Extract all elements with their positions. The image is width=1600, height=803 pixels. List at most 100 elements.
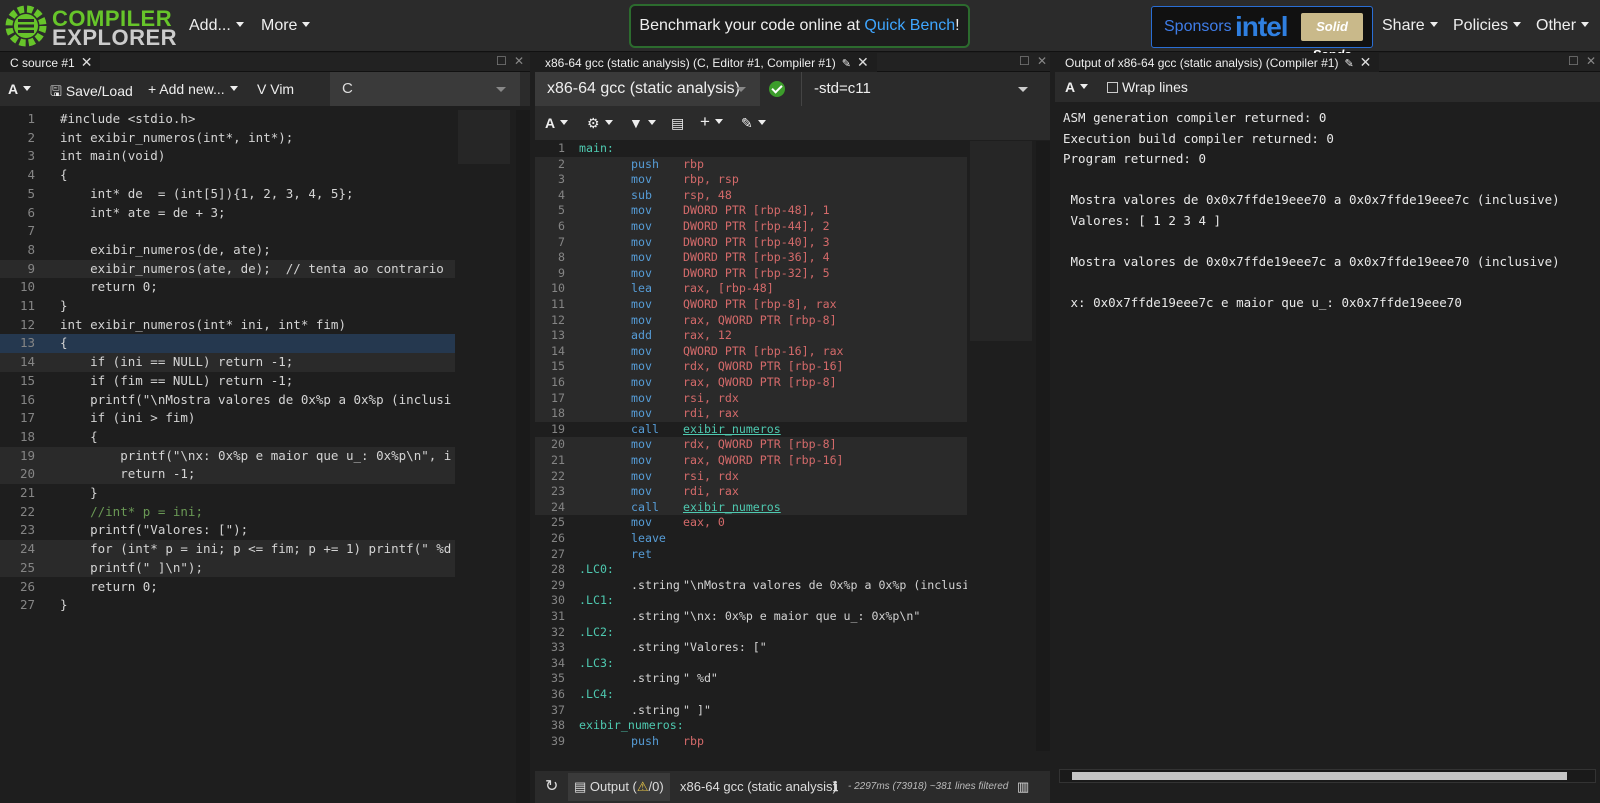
edit-pencil-icon[interactable]: ✎: [1344, 58, 1353, 70]
quick-bench-link[interactable]: Quick Bench: [864, 17, 955, 34]
scrollbar-thumb[interactable]: [1072, 772, 1567, 780]
source-line[interactable]: 2 int exibir_numeros(int*, int*);: [0, 129, 455, 148]
sponsors-box[interactable]: Sponsors intel Solid Sands: [1151, 6, 1373, 62]
source-line[interactable]: 3 int main(void): [0, 147, 455, 166]
asm-line[interactable]: 1 main:: [535, 141, 967, 157]
source-line[interactable]: 22 //int* p = ini;: [0, 503, 455, 522]
policies-menu[interactable]: Policies: [1453, 17, 1521, 35]
asm-line[interactable]: 19 call exibir_numeros: [535, 422, 967, 438]
save-load-button[interactable]: 🖫 Save/Load: [50, 81, 133, 105]
asm-line[interactable]: 34 .LC3:: [535, 656, 967, 672]
asm-line[interactable]: 29 .string "\nMostra valores de 0x%p a 0x%…: [535, 578, 967, 594]
source-code-editor[interactable]: 1 #include <stdio.h> 2 int exibir_numeros(i…: [0, 110, 455, 630]
source-tab[interactable]: C source #1 ✕: [0, 53, 101, 72]
source-line[interactable]: 17 if (ini > fim): [0, 409, 455, 428]
asm-line[interactable]: 14 mov QWORD PTR [rbp-16], rax: [535, 343, 967, 360]
output-button[interactable]: ▤ Output (⚠/0): [568, 773, 670, 801]
chart-icon[interactable]: ▥: [1017, 771, 1029, 803]
output-horizontal-scrollbar[interactable]: [1059, 769, 1596, 783]
source-line[interactable]: 14 if (ini == NULL) return -1;: [0, 353, 455, 372]
asm-line[interactable]: 2 push rbp: [535, 156, 967, 173]
maximize-icon[interactable]: ☐: [1019, 54, 1030, 68]
asm-line[interactable]: 27 ret: [535, 547, 967, 563]
asm-line[interactable]: 12 mov rax, QWORD PTR [rbp-8]: [535, 312, 967, 329]
filter-icon[interactable]: ▼: [629, 115, 656, 131]
source-line[interactable]: 19 printf("\nx: 0x%p e maior que u_: 0x%…: [0, 446, 455, 466]
asm-line[interactable]: 16 mov rax, QWORD PTR [rbp-8]: [535, 375, 967, 391]
asm-line[interactable]: 10 lea rax, [rbp-48]: [535, 281, 967, 297]
asm-line[interactable]: 6 mov DWORD PTR [rbp-44], 2: [535, 219, 967, 235]
source-line[interactable]: 11}: [0, 297, 455, 316]
libraries-icon[interactable]: ▤: [671, 115, 684, 132]
compiler-flags-input[interactable]: -std=c11: [801, 72, 1036, 106]
asm-line[interactable]: 25 mov eax, 0: [535, 515, 967, 531]
edit-pencil-icon[interactable]: ✎: [842, 58, 851, 70]
quick-bench-banner[interactable]: Benchmark your code online at Quick Benc…: [629, 4, 970, 48]
asm-line[interactable]: 20 mov rdx, QWORD PTR [rbp-8]: [535, 437, 967, 453]
source-line[interactable]: 8 exibir_numeros(de, ate);: [0, 241, 455, 260]
assembly-output[interactable]: 1 main: 2 push rbp 3 mov rbp, rsp 4 sub rsp, 48 5 mo…: [535, 141, 967, 751]
asm-line[interactable]: 28 .LC0:: [535, 562, 967, 578]
close-icon[interactable]: ✕: [81, 54, 93, 70]
asm-line[interactable]: 26 leave: [535, 531, 967, 547]
source-line[interactable]: 7: [0, 222, 455, 241]
asm-line[interactable]: 36 .LC4:: [535, 687, 967, 703]
other-menu[interactable]: Other: [1536, 17, 1589, 35]
asm-line[interactable]: 8 mov DWORD PTR [rbp-36], 4: [535, 250, 967, 266]
assembly-scrollbar[interactable]: [1036, 141, 1050, 751]
source-line[interactable]: 21 }: [0, 484, 455, 503]
tools-wrench-icon[interactable]: ✎: [741, 115, 766, 132]
source-line[interactable]: 6 int* ate = de + 3;: [0, 204, 455, 223]
close-pane-icon[interactable]: ✕: [514, 54, 524, 68]
close-icon[interactable]: ✕: [1360, 54, 1372, 70]
source-line[interactable]: 16 printf("\nMostra valores de 0x%p a 0x…: [0, 391, 455, 410]
share-menu[interactable]: Share: [1382, 17, 1438, 35]
close-icon[interactable]: ✕: [857, 54, 869, 70]
source-line[interactable]: 25 printf(" ]\n");: [0, 558, 455, 578]
source-line[interactable]: 24 for (int* p = ini; p <= fim; p += 1) …: [0, 540, 455, 559]
font-size-icon[interactable]: A: [1065, 79, 1088, 95]
source-line[interactable]: 10 return 0;: [0, 278, 455, 297]
source-line[interactable]: 20 return -1;: [0, 465, 455, 484]
intel-logo[interactable]: intel: [1235, 11, 1289, 43]
add-menu[interactable]: Add...: [189, 17, 244, 35]
asm-line[interactable]: 13 add rax, 12: [535, 328, 967, 344]
solid-sands-logo[interactable]: Solid Sands: [1301, 13, 1363, 62]
output-tab[interactable]: Output of x86-64 gcc (static analysis) (…: [1055, 53, 1380, 72]
asm-line[interactable]: 23 mov rdi, rax: [535, 484, 967, 500]
more-menu[interactable]: More: [261, 17, 310, 35]
close-pane-icon[interactable]: ✕: [1586, 54, 1596, 68]
gear-icon[interactable]: ⚙: [587, 115, 613, 132]
asm-line[interactable]: 24 call exibir_numeros: [535, 499, 967, 516]
asm-line[interactable]: 18 mov rdi, rax: [535, 406, 967, 422]
font-size-button[interactable]: A: [8, 81, 31, 97]
source-line[interactable]: 18 {: [0, 428, 455, 447]
asm-line[interactable]: 9 mov DWORD PTR [rbp-32], 5: [535, 265, 967, 282]
asm-operand[interactable]: exibir_numeros: [683, 500, 781, 516]
source-line[interactable]: 9 exibir_numeros(ate, de); // tenta ao c…: [0, 259, 455, 279]
source-scrollbar[interactable]: [516, 110, 530, 803]
asm-line[interactable]: 15 mov rdx, QWORD PTR [rbp-16]: [535, 359, 967, 375]
compiler-select[interactable]: x86-64 gcc (static analysis): [535, 72, 760, 106]
asm-line[interactable]: 37 .string " ]": [535, 703, 967, 719]
asm-line[interactable]: 7 mov DWORD PTR [rbp-40], 3: [535, 234, 967, 251]
source-minimap[interactable]: [458, 110, 515, 164]
asm-line[interactable]: 33 .string "Valores: [": [535, 640, 967, 656]
language-select[interactable]: C: [330, 72, 520, 106]
refresh-icon[interactable]: ↻: [545, 771, 558, 803]
wrap-lines-toggle[interactable]: Wrap lines: [1107, 79, 1188, 95]
source-line[interactable]: 26 return 0;: [0, 578, 455, 597]
asm-line[interactable]: 35 .string " %d": [535, 671, 967, 687]
source-line[interactable]: 13 {: [0, 334, 455, 354]
font-size-icon[interactable]: A: [545, 115, 568, 131]
compile-success-icon[interactable]: [769, 81, 785, 97]
source-line[interactable]: 5 int* de = (int[5]){1, 2, 3, 4, 5};: [0, 185, 455, 204]
asm-line[interactable]: 38 exibir_numeros:: [535, 718, 967, 734]
vim-toggle-button[interactable]: V Vim: [257, 81, 294, 97]
source-line[interactable]: 12 int exibir_numeros(int* ini, int* fim): [0, 316, 455, 335]
compiler-tab[interactable]: x86-64 gcc (static analysis) (C, Editor …: [535, 53, 877, 72]
asm-line[interactable]: 3 mov rbp, rsp: [535, 172, 967, 188]
asm-line[interactable]: 11 mov QWORD PTR [rbp-8], rax: [535, 297, 967, 313]
source-line[interactable]: 23 printf("Valores: [");: [0, 521, 455, 540]
add-new-button[interactable]: + Add new...: [148, 81, 238, 97]
